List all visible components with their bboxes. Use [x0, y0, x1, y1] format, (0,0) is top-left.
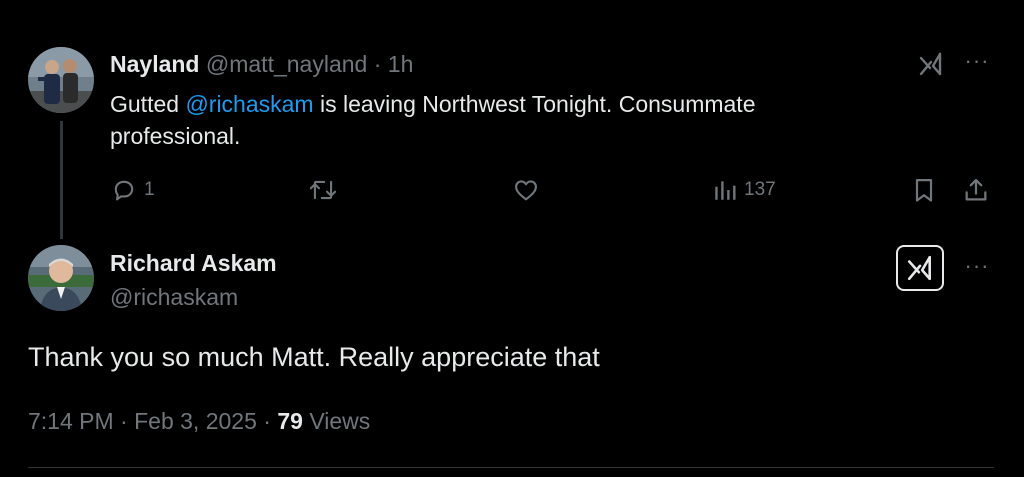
repost-button[interactable]: [308, 174, 338, 206]
analytics-button[interactable]: 137: [712, 174, 776, 206]
reply-display-name[interactable]: Richard Askam: [110, 250, 277, 277]
share-icon: [965, 178, 987, 201]
tweet-time[interactable]: 7:14 PM: [28, 408, 114, 434]
parent-timestamp[interactable]: 1h: [388, 51, 414, 77]
share-button[interactable]: [962, 174, 990, 206]
reply-button[interactable]: 1: [110, 174, 155, 206]
parent-display-name[interactable]: Nayland: [110, 51, 199, 77]
parent-handle[interactable]: @matt_nayland: [206, 51, 367, 77]
avatar-richard-askam[interactable]: [28, 245, 94, 311]
like-icon: [515, 180, 537, 201]
reply-handle[interactable]: @richaskam: [110, 284, 238, 311]
reply-count: 1: [144, 179, 155, 200]
divider: [28, 467, 994, 468]
tweet-thread: Nayland @matt_nayland · 1h ··· Gutted @r…: [0, 0, 1024, 477]
views-label: Views: [309, 408, 371, 434]
grok-icon: [907, 255, 931, 281]
parent-tweet-text: Gutted @richaskam is leaving Northwest T…: [110, 88, 890, 152]
repost-icon: [309, 180, 337, 200]
bookmark-button[interactable]: [911, 174, 937, 206]
grok-button[interactable]: [914, 48, 948, 80]
like-button[interactable]: [512, 174, 540, 206]
more-icon[interactable]: ···: [962, 48, 992, 74]
reply-icon: [114, 180, 134, 201]
meta-separator: ·: [263, 408, 271, 434]
meta-separator: ·: [120, 408, 128, 434]
grok-button-highlighted[interactable]: [896, 245, 944, 291]
reply-tweet-text: Thank you so much Matt. Really appreciat…: [28, 342, 600, 372]
analytics-icon: [715, 181, 736, 200]
bookmark-icon: [915, 178, 933, 202]
parent-tweet-header: Nayland @matt_nayland · 1h: [110, 50, 413, 78]
more-icon[interactable]: ···: [962, 253, 992, 279]
mention-link[interactable]: @richaskam: [185, 91, 313, 117]
tweet-text-start: Gutted: [110, 91, 186, 117]
header-separator: ·: [373, 51, 382, 77]
reply-views-count: 79: [277, 408, 303, 434]
views-count: 137: [744, 179, 776, 200]
tweet-metadata: 7:14 PM · Feb 3, 2025 · 79 Views: [28, 408, 370, 435]
avatar-nayland[interactable]: [28, 47, 94, 113]
parent-action-bar: 1 137: [0, 174, 1024, 206]
tweet-date[interactable]: Feb 3, 2025: [134, 408, 257, 434]
grok-icon: [919, 52, 942, 76]
